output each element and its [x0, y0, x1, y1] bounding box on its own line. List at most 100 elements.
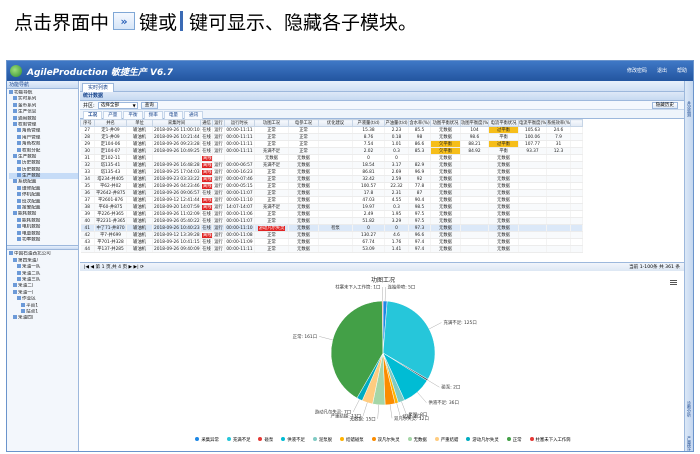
column-header[interactable]: 功图平衡状况: [430, 119, 461, 127]
data-grid: 序号 井名 单位 采集时间 通信 运行 运行时长 功图工况 电参工况 优化建议 产液量(t/d) 产油…: [80, 119, 686, 262]
tab-realtime-list[interactable]: 实时列表: [82, 83, 115, 92]
table-cell: [318, 182, 353, 190]
column-header[interactable]: [570, 119, 583, 127]
column-header[interactable]: 通信: [200, 119, 213, 127]
table-row[interactable]: 39 平226-井365 输油机 2018-09-26 11:02:09 在线 运行 00:…: [80, 210, 583, 218]
cell-text: 无数据: [439, 205, 452, 210]
legend-item[interactable]: 碰泵: [258, 437, 273, 443]
column-header[interactable]: 产油量(t/d): [384, 119, 409, 127]
table-row[interactable]: 35 平62-井02 输油机 2018-09-26 04:23:46 离线 运行 00:00…: [80, 182, 583, 190]
column-header[interactable]: 运行: [212, 119, 225, 127]
logout-link[interactable]: 退出: [657, 67, 667, 74]
column-header[interactable]: 运行时长: [224, 119, 255, 127]
well-area-select[interactable]: 选择全部 ▼: [97, 101, 138, 109]
change-password-link[interactable]: 修改密码: [627, 67, 647, 74]
tree-node-icon: [13, 102, 17, 107]
pager-nav-icons[interactable]: |◀ ◀: [84, 265, 96, 270]
table-row[interactable]: 36 平2642-井875 输油机 2018-09-26 09:06:57 在线 运行 00…: [80, 189, 583, 197]
table-cell: 47.03: [352, 196, 385, 204]
column-header[interactable]: 含水率(%): [408, 119, 431, 127]
cell-text: 97.5: [414, 211, 425, 217]
table-row[interactable]: 33 塔135-43 输油机 2018-09-25 17:04:03 离线 运行 00:00…: [80, 168, 583, 176]
table-cell: 105.63: [518, 126, 547, 134]
column-header[interactable]: 井名: [94, 119, 127, 127]
nav-label: 功能导航: [14, 90, 33, 96]
subtab[interactable]: 产量: [103, 111, 123, 119]
table-row[interactable]: 32 塔135-41 输油机 2018-09-26 16:48:28 离线 运行 00:00…: [80, 161, 583, 169]
subtab[interactable]: 通讯: [184, 111, 204, 119]
legend-label: 充满不足: [232, 438, 251, 443]
right-panel-3[interactable]: 产量统计: [686, 436, 692, 451]
column-header[interactable]: 功图工况: [254, 119, 289, 127]
column-header[interactable]: 单位: [126, 119, 153, 127]
legend-item[interactable]: 无数据: [407, 437, 427, 443]
table-row[interactable]: 27 定1-井09 输油机 2018-09-26 11:00:10 在线 运行 00:00-…: [80, 126, 583, 134]
table-cell: [318, 231, 353, 239]
legend-item[interactable]: 游动凡尔失灵: [466, 437, 499, 443]
legend-item[interactable]: 泥泵脱: [312, 437, 332, 443]
column-header[interactable]: 功图平衡度(%): [460, 119, 489, 127]
cell-text: 输油机: [133, 219, 146, 224]
table-row[interactable]: 40 平2231-井365 输油机 2018-09-26 05:40:22 在线 运行 00…: [80, 217, 583, 225]
subtab[interactable]: 频率: [143, 111, 163, 119]
cell-text: 0: [367, 155, 370, 161]
org-item[interactable]: 采油四厂: [9, 315, 78, 321]
right-panel-1[interactable]: 井况监测: [686, 101, 692, 117]
table-cell: 正常: [254, 175, 289, 183]
table-cell: 输油机: [126, 168, 153, 176]
table-row[interactable]: 29 定104-06 输油机 2018-09-26 09:23:28 在线 运行 00:00…: [80, 140, 583, 148]
cell-text: 输油机: [133, 184, 146, 189]
table-row[interactable]: 37 平2601-876 输油机 2018-09-12 12:41:44 离线 运行 00:…: [80, 196, 583, 204]
legend-item[interactable]: 双凡尔失灵: [371, 437, 400, 443]
cell-text: 无数据: [439, 163, 452, 168]
table-cell: 游动凡尔失灵: [254, 224, 289, 232]
cell-text: 正常: [267, 142, 276, 147]
table-cell: [318, 210, 353, 218]
legend-item[interactable]: 采集异常: [195, 437, 219, 443]
column-header[interactable]: 序号: [80, 119, 95, 127]
table-row[interactable]: 31 定102-11 输油机 离线 无数据 无数据 0 0 无数据 无数据: [80, 154, 583, 162]
subtab[interactable]: 平衡: [123, 111, 143, 119]
right-panel-2[interactable]: 诊断分析: [686, 401, 692, 417]
cell-text: 无数据: [439, 226, 452, 231]
cell-text: 无数据: [439, 219, 452, 224]
table-row[interactable]: 44 平137-井285 输油机 2018-09-26 09:40:09 在线 运行 00:…: [80, 245, 583, 253]
cell-text: 51.82: [362, 218, 375, 224]
legend-item[interactable]: 结蜡碰泵: [340, 437, 364, 443]
legend-item[interactable]: 供液不足: [281, 437, 305, 443]
query-button[interactable]: 查询: [140, 101, 158, 109]
hide-history-button[interactable]: 隐藏历史: [651, 102, 678, 109]
column-header[interactable]: 电参工况: [288, 119, 319, 127]
subtab[interactable]: 电量: [163, 111, 184, 119]
table-cell: [570, 175, 583, 183]
cell-text: 输油机: [133, 163, 146, 168]
column-header[interactable]: 电流平衡状况: [488, 119, 519, 127]
table-row[interactable]: 34 塔234-井405 输油机 2018-09-23 03:33:22 离线 运行 00:…: [80, 175, 583, 183]
table-cell: 14:07-14:07: [224, 203, 255, 211]
column-header[interactable]: 采集时间: [152, 119, 201, 127]
nav-item[interactable]: 功率数据: [9, 236, 78, 243]
legend-label: 无数据: [413, 438, 427, 443]
table-row[interactable]: 28 定1-井09 输油机 2018-09-26 10:21:44 在线 运行 00:00-…: [80, 133, 583, 141]
subtab[interactable]: 工况: [83, 111, 103, 119]
legend-item[interactable]: 正常: [506, 437, 522, 443]
table-row[interactable]: 42 平7-井699 输油机 2018-09-12 13:39:28 离线 运行 00:00…: [80, 231, 583, 239]
column-header[interactable]: 电流平衡度(%): [518, 119, 547, 127]
legend-item[interactable]: 柱塞未下入工作筒: [529, 437, 571, 443]
table-row[interactable]: 41 中了71-井870 输油机 2018-09-26 10:40:23 在线 运行 00:…: [80, 224, 583, 232]
column-header[interactable]: 优化建议: [318, 119, 353, 127]
tree-node-icon: [21, 308, 25, 313]
table-cell: [518, 217, 547, 225]
cell-text: 检泵: [331, 226, 340, 231]
pager-next-icons[interactable]: ▶ ▶| ⟳: [129, 265, 144, 270]
table-row[interactable]: 43 平701-井328 输油机 2018-09-26 10:41:15 在线 运行 00:…: [80, 238, 583, 246]
help-link[interactable]: 帮助: [677, 67, 687, 74]
column-header[interactable]: 系统效率(%): [546, 119, 571, 127]
table-cell: 在线: [200, 147, 213, 155]
column-header[interactable]: 产液量(t/d): [352, 119, 385, 127]
legend-item[interactable]: 严重结蜡: [434, 437, 458, 443]
table-row[interactable]: 38 平60-井875 输油机 2018-09-20 14:07:59 离线 运行 14:0…: [80, 203, 583, 211]
legend-item[interactable]: 充满不足: [226, 437, 251, 443]
pie-label: 双凡尔失灵: 12口: [394, 415, 429, 422]
table-row[interactable]: 30 定104-07 输油机 2018-09-26 10:49:25 在线 运行 00:00…: [80, 147, 583, 155]
